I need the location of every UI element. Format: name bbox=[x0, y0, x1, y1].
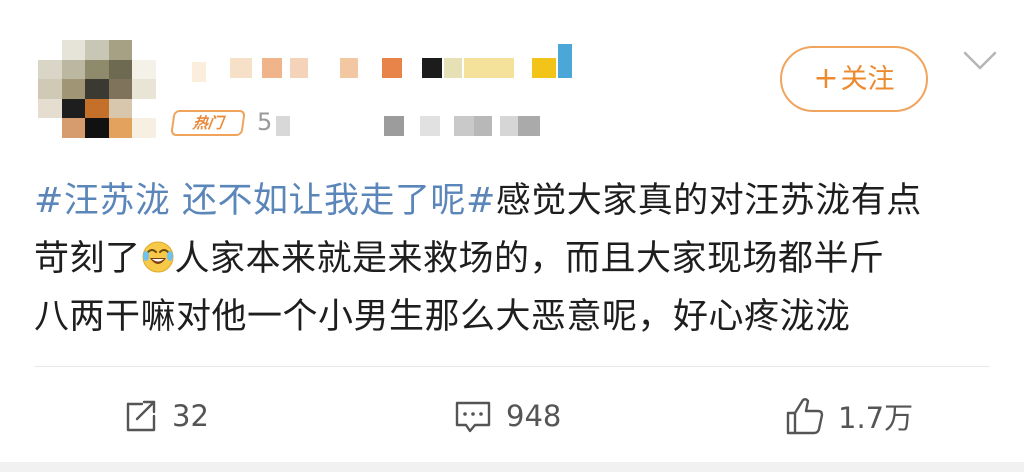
repost-icon bbox=[126, 400, 156, 432]
post-text: #汪苏泷 还不如让我走了呢#感觉大家真的对汪苏泷有点 苛刻了 人家本来就是来救场… bbox=[34, 172, 1000, 346]
follow-label: 关注 bbox=[840, 64, 895, 95]
post-text-segment: 感觉大家真的对汪苏泷有点 bbox=[495, 181, 922, 221]
comment-count: 948 bbox=[506, 399, 562, 433]
divider bbox=[34, 366, 990, 367]
hashtag-link[interactable]: #汪苏泷 还不如让我走了呢# bbox=[34, 181, 496, 221]
avatar[interactable] bbox=[38, 40, 156, 138]
post-text-line-1: #汪苏泷 还不如让我走了呢#感觉大家真的对汪苏泷有点 bbox=[34, 172, 1000, 230]
bottom-separator bbox=[0, 462, 1024, 472]
comment-icon bbox=[455, 401, 491, 433]
follower-count: 5 bbox=[257, 108, 273, 136]
post-text-segment: 八两干嘛对他一个小男生那么大恶意呢，好心疼泷泷 bbox=[34, 297, 851, 337]
comment-button[interactable]: 948 bbox=[452, 392, 561, 440]
laughing-crying-emoji-icon bbox=[142, 241, 174, 273]
post-text-line-3: 八两干嘛对他一个小男生那么大恶意呢，好心疼泷泷 bbox=[34, 288, 1000, 346]
plus-icon: + bbox=[813, 61, 839, 96]
repost-button[interactable]: 32 bbox=[120, 392, 209, 440]
like-icon bbox=[786, 398, 824, 435]
chevron-down-icon[interactable] bbox=[962, 48, 998, 72]
post-card: 热门 5 +关注 #汪苏泷 还不如让我走了呢#感觉大家真的对汪苏泷有点 苛刻了 bbox=[0, 0, 1024, 472]
hot-badge: 热门 bbox=[170, 110, 246, 136]
username-blurred[interactable] bbox=[172, 44, 572, 82]
like-count: 1.7万 bbox=[838, 401, 914, 435]
like-button[interactable]: 1.7万 bbox=[784, 392, 913, 440]
repost-count: 32 bbox=[172, 399, 209, 433]
post-text-segment: 苛刻了 bbox=[34, 239, 141, 279]
post-meta: 热门 5 bbox=[170, 106, 552, 136]
follow-button[interactable]: +关注 bbox=[780, 46, 928, 112]
post-text-line-2: 苛刻了 人家本来就是来救场的，而且大家现场都半斤 bbox=[34, 230, 1000, 288]
post-text-segment: 人家本来就是来救场的，而且大家现场都半斤 bbox=[174, 239, 885, 279]
